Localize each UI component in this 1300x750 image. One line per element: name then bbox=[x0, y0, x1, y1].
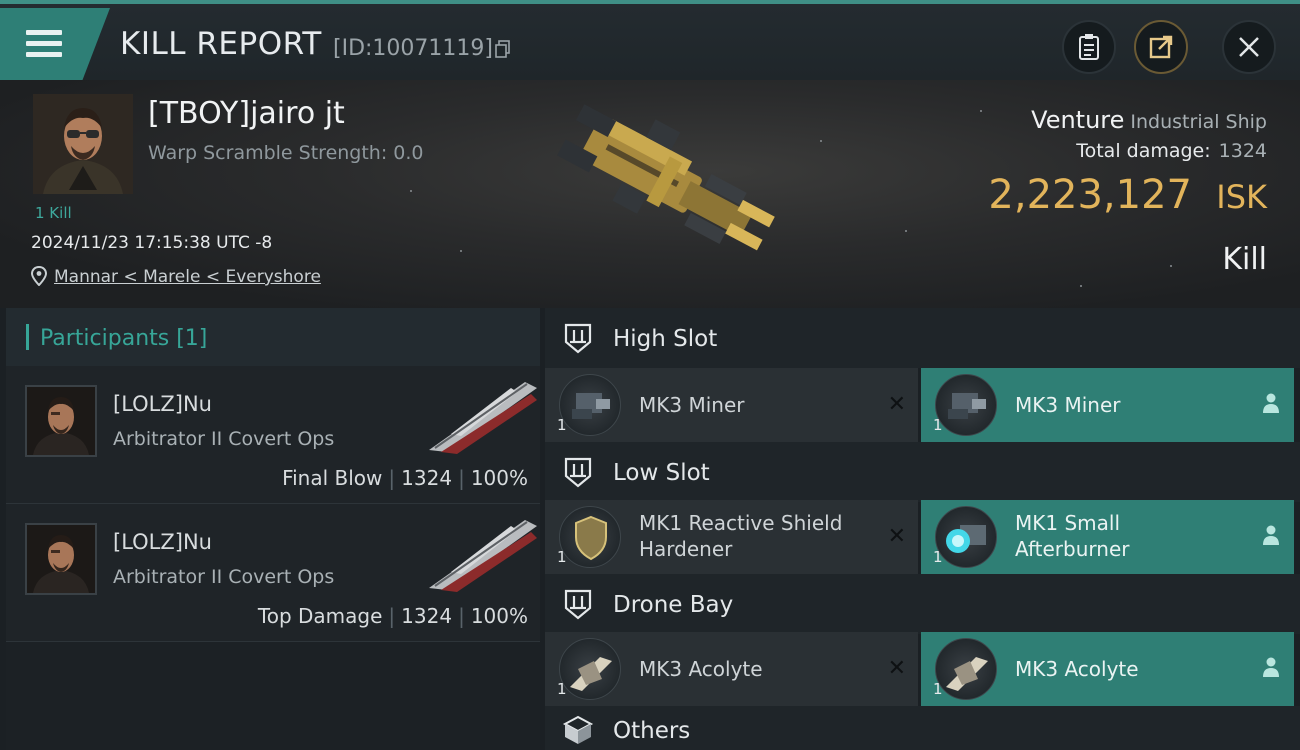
accent-bar bbox=[26, 324, 29, 350]
participant-portrait bbox=[25, 523, 97, 595]
miner-module-icon bbox=[935, 374, 997, 436]
participant-ship-image bbox=[429, 382, 537, 454]
low-slot-icon bbox=[564, 457, 592, 488]
close-icon bbox=[1239, 37, 1259, 57]
drone-bay-title: Drone Bay bbox=[613, 592, 734, 618]
miner-module-icon bbox=[559, 374, 621, 436]
victim-portrait bbox=[33, 94, 133, 194]
item-name: MK3 Miner bbox=[639, 393, 745, 417]
participants-title: Participants [1] bbox=[40, 326, 208, 351]
location-link[interactable]: Mannar < Marele < Everyshore bbox=[54, 267, 321, 287]
participant-name: [LOLZ]Nu bbox=[113, 530, 212, 554]
total-damage-label: Total damage: bbox=[1076, 140, 1211, 162]
participant-stats: Final Blow | 1324 | 100% bbox=[282, 466, 528, 490]
warp-scramble-strength: Warp Scramble Strength: 0.0 bbox=[148, 142, 424, 164]
total-damage: Total damage: 1324 bbox=[1076, 140, 1267, 162]
destroyed-x-icon: ✕ bbox=[887, 524, 906, 549]
menu-button[interactable] bbox=[0, 8, 110, 80]
fitting-panel: High Slot 1 MK3 Miner ✕ 1 MK3 Miner Low … bbox=[545, 308, 1300, 750]
victim-banner: [TBOY]jairo jt Warp Scramble Strength: 0… bbox=[0, 80, 1300, 308]
cube-icon bbox=[562, 715, 594, 744]
report-id: [ID:10071119] bbox=[333, 36, 493, 61]
item-quantity: 1 bbox=[557, 548, 567, 566]
participant-ship: Arbitrator II Covert Ops bbox=[113, 566, 335, 588]
clipboard-button[interactable] bbox=[1062, 20, 1116, 74]
item-name: MK3 Miner bbox=[1015, 393, 1121, 417]
isk-value: 2,223,127 bbox=[988, 172, 1192, 218]
victim-name: [TBOY]jairo jt bbox=[148, 96, 345, 131]
module-item-destroyed[interactable]: 1 MK3 Miner ✕ bbox=[545, 368, 918, 442]
item-quantity: 1 bbox=[557, 680, 567, 698]
drone-bay-icon bbox=[564, 589, 592, 620]
person-icon bbox=[1263, 393, 1279, 413]
destroyed-x-icon: ✕ bbox=[887, 656, 906, 681]
shield-hardener-icon bbox=[559, 506, 621, 568]
participants-header: Participants [1] bbox=[6, 308, 540, 366]
victim-ship-image bbox=[557, 104, 775, 251]
low-slot-title: Low Slot bbox=[613, 460, 710, 486]
participant-name: [LOLZ]Nu bbox=[113, 392, 212, 416]
drone-icon bbox=[559, 638, 621, 700]
item-quantity: 1 bbox=[933, 416, 943, 434]
participant-role: Top Damage bbox=[257, 604, 383, 628]
low-slot-header: Low Slot bbox=[545, 442, 1300, 502]
high-slot-icon bbox=[564, 323, 592, 354]
module-item-dropped[interactable]: 1 MK1 Small Afterburner bbox=[921, 500, 1294, 574]
high-slot-title: High Slot bbox=[613, 326, 718, 352]
participant-row[interactable]: [LOLZ]Nu Arbitrator II Covert Ops Final … bbox=[6, 366, 540, 504]
participants-panel: Participants [1] [LOLZ]Nu Arbitrator II … bbox=[6, 308, 540, 750]
destroyed-x-icon: ✕ bbox=[887, 392, 906, 417]
ship-class: Industrial Ship bbox=[1130, 111, 1267, 133]
page-title: KILL REPORT bbox=[120, 26, 322, 62]
kill-datetime: 2024/11/23 17:15:38 UTC -8 bbox=[31, 233, 273, 253]
item-name: MK3 Acolyte bbox=[1015, 657, 1139, 681]
total-damage-value: 1324 bbox=[1218, 140, 1267, 162]
person-icon bbox=[1263, 525, 1279, 545]
item-name-line-2: Hardener bbox=[639, 537, 733, 561]
participant-row[interactable]: [LOLZ]Nu Arbitrator II Covert Ops Top Da… bbox=[6, 504, 540, 642]
participant-percent: 100% bbox=[470, 604, 528, 628]
close-button[interactable] bbox=[1222, 20, 1276, 74]
isk-unit: ISK bbox=[1216, 178, 1267, 216]
participant-ship: Arbitrator II Covert Ops bbox=[113, 428, 335, 450]
victim-ship: Venture Industrial Ship bbox=[1031, 106, 1267, 134]
person-icon bbox=[1263, 657, 1279, 677]
item-quantity: 1 bbox=[557, 416, 567, 434]
item-name-line-2: Afterburner bbox=[1015, 537, 1130, 561]
participant-role: Final Blow bbox=[282, 466, 383, 490]
share-button[interactable] bbox=[1134, 20, 1188, 74]
module-item-dropped[interactable]: 1 MK3 Miner bbox=[921, 368, 1294, 442]
drone-icon bbox=[935, 638, 997, 700]
title-bar: KILL REPORT [ID:10071119] bbox=[0, 0, 1300, 80]
high-slot-header: High Slot bbox=[545, 308, 1300, 368]
others-title: Others bbox=[613, 718, 691, 744]
drone-bay-header: Drone Bay bbox=[545, 574, 1300, 634]
participant-portrait bbox=[25, 385, 97, 457]
afterburner-icon bbox=[935, 506, 997, 568]
participant-ship-image bbox=[429, 520, 537, 592]
participant-damage: 1324 bbox=[401, 604, 453, 628]
item-name: MK1 Reactive Shield bbox=[639, 511, 843, 535]
item-quantity: 1 bbox=[933, 548, 943, 566]
ship-name: Venture bbox=[1031, 106, 1125, 134]
item-quantity: 1 bbox=[933, 680, 943, 698]
clipboard-icon bbox=[1079, 34, 1099, 60]
copy-icon[interactable] bbox=[495, 40, 511, 58]
location-pin-icon bbox=[31, 266, 47, 286]
item-name: MK3 Acolyte bbox=[639, 657, 763, 681]
share-icon bbox=[1149, 35, 1173, 59]
kill-result: Kill bbox=[1222, 242, 1267, 277]
menu-icon bbox=[26, 30, 62, 60]
drone-item-destroyed[interactable]: 1 MK3 Acolyte ✕ bbox=[545, 632, 918, 706]
drone-item-dropped[interactable]: 1 MK3 Acolyte bbox=[921, 632, 1294, 706]
item-name: MK1 Small bbox=[1015, 511, 1120, 535]
kill-count: 1 Kill bbox=[35, 204, 72, 222]
others-header: Others bbox=[545, 706, 1300, 750]
participant-percent: 100% bbox=[470, 466, 528, 490]
participant-damage: 1324 bbox=[401, 466, 453, 490]
participant-stats: Top Damage | 1324 | 100% bbox=[257, 604, 528, 628]
module-item-destroyed[interactable]: 1 MK1 Reactive Shield Hardener ✕ bbox=[545, 500, 918, 574]
